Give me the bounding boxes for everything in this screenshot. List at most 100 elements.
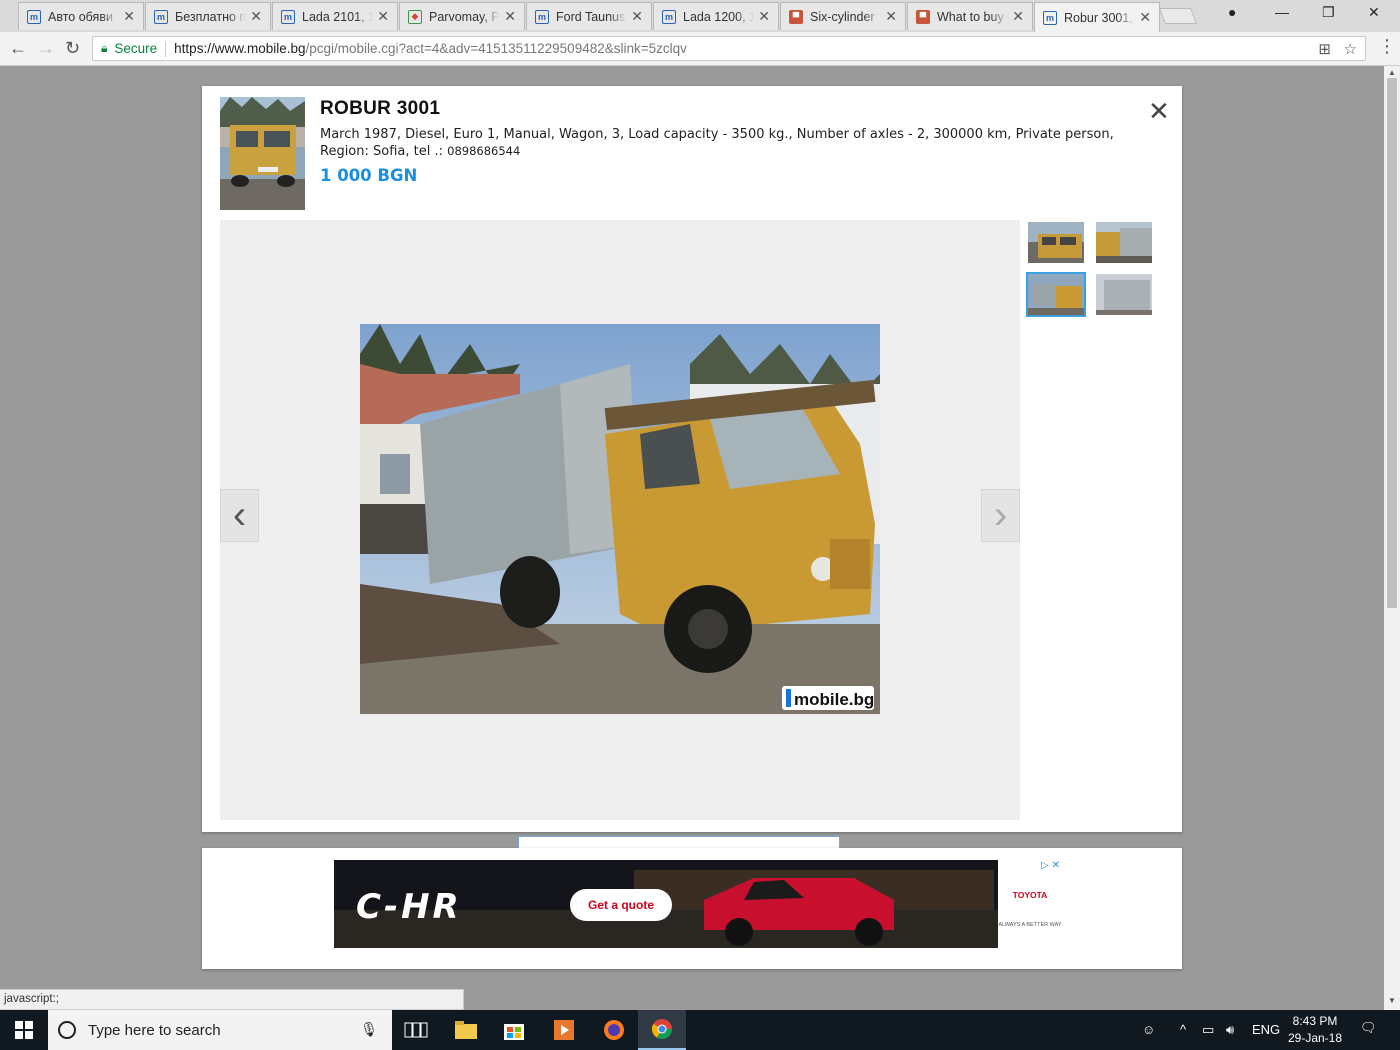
close-tab-icon[interactable]: ✕ (123, 8, 135, 25)
file-explorer-icon[interactable] (442, 1010, 490, 1050)
photo-thumbnail[interactable] (1094, 272, 1154, 317)
notifications-icon[interactable]: 🗨︎ (1360, 1020, 1377, 1036)
mobile-bg-icon: m (535, 9, 549, 24)
url-host: https://www.mobile.bg (174, 41, 306, 56)
maps-icon: ◆ (408, 9, 422, 24)
microphone-icon[interactable]: 🎙︎ (360, 1021, 378, 1038)
taskbar-search[interactable]: Type here to search 🎙︎ (48, 1010, 392, 1050)
scroll-up-icon[interactable]: ▲ (1388, 68, 1396, 77)
toyota-ad-banner[interactable]: C-HR Get a quote TOYOTA ALWAYS A BETTER … (334, 860, 1062, 948)
listing-modal: ROBUR 3001 March 1987, Diesel, Euro 1, M… (202, 86, 1182, 832)
store-icon[interactable] (490, 1010, 538, 1050)
tab-7[interactable]: ▀ Six-cylinder ✕ (780, 2, 906, 30)
close-modal-button[interactable]: ✕ (1148, 96, 1170, 127)
listing-description: March 1987, Diesel, Euro 1, Manual, Wago… (320, 126, 1150, 160)
advertisement-panel: C-HR Get a quote TOYOTA ALWAYS A BETTER … (202, 848, 1182, 969)
minimize-icon[interactable]: — (1275, 4, 1289, 20)
tab-title: Parvomay, P (429, 9, 500, 24)
start-button[interactable] (0, 1010, 48, 1050)
tab-title: Ford Taunus (556, 9, 626, 24)
close-tab-icon[interactable]: ✕ (631, 8, 643, 25)
clock-date: 29-Jan-18 (1287, 1031, 1343, 1045)
photo-thumbnail[interactable] (1094, 220, 1154, 265)
network-icon[interactable]: ▭ (1202, 1022, 1214, 1038)
close-tab-icon[interactable]: ✕ (504, 8, 516, 25)
chevron-right-icon: › (993, 493, 1008, 537)
bookmark-star-icon[interactable]: ☆ (1344, 40, 1357, 58)
listing-price: 1 000 BGN (320, 166, 418, 185)
mobile-bg-icon: m (662, 9, 676, 24)
close-tab-icon[interactable]: ✕ (250, 8, 262, 25)
windows-taskbar: Type here to search 🎙︎ ☺ ^ ▭ 🔊︎ ENG 8:43… (0, 1010, 1400, 1050)
language-indicator[interactable]: ENG (1252, 1022, 1280, 1037)
reload-icon[interactable]: ↻ (65, 38, 80, 59)
firefox-icon[interactable] (590, 1010, 638, 1050)
restore-icon[interactable]: ❐ (1322, 4, 1335, 21)
listing-details: March 1987, Diesel, Euro 1, Manual, Wago… (320, 127, 1114, 159)
header-thumbnail[interactable] (220, 97, 305, 210)
brand-slogan: ALWAYS A BETTER WAY (998, 922, 1062, 928)
forward-icon[interactable]: → (37, 38, 55, 59)
tab-8[interactable]: ▀ What to buy ✕ (907, 2, 1033, 30)
volume-icon[interactable]: 🔊︎ (1226, 1022, 1234, 1038)
menu-icon[interactable]: ⋮ (1378, 36, 1396, 57)
tab-3[interactable]: m Lada 2101, 1 ✕ (272, 2, 398, 30)
tab-title: Безплатно п (175, 9, 247, 24)
url-path: /pcgi/mobile.cgi?act=4&adv=4151351122950… (305, 41, 687, 56)
mobile-bg-icon: m (27, 9, 41, 24)
tab-5[interactable]: m Ford Taunus ✕ (526, 2, 652, 30)
brand-name: TOYOTA (1012, 890, 1048, 900)
close-tab-icon[interactable]: ✕ (758, 8, 770, 25)
windows-logo-icon (15, 1021, 33, 1039)
main-photo[interactable]: mobile.bg (360, 324, 880, 714)
chevron-left-icon: ‹ (232, 493, 247, 537)
get-quote-button[interactable]: Get a quote (570, 889, 672, 921)
system-clock[interactable]: 8:43 PM 29-Jan-18 (1280, 1013, 1350, 1047)
adchoices-icon[interactable]: ▷ ✕ (1039, 860, 1062, 871)
cortana-icon (58, 1021, 76, 1039)
close-tab-icon[interactable]: ✕ (377, 8, 389, 25)
car-model-logo: C-HR (356, 887, 462, 927)
next-photo-button[interactable]: › (981, 489, 1020, 542)
scrollbar[interactable]: ▲ ▼ (1384, 66, 1400, 1010)
tab-6[interactable]: m Lada 1200, 1 ✕ (653, 2, 779, 30)
task-view-icon[interactable] (392, 1010, 440, 1050)
photo-thumbnail[interactable] (1026, 220, 1086, 265)
close-tab-icon[interactable]: ✕ (1139, 9, 1151, 26)
toyota-logo-box: TOYOTA ALWAYS A BETTER WAY (998, 860, 1062, 948)
divider (165, 40, 167, 57)
people-icon[interactable]: ☺ (1142, 1022, 1155, 1037)
phone-number: 0898686544 (447, 144, 521, 158)
scroll-thumb[interactable] (1387, 78, 1397, 608)
translate-icon[interactable]: ⊞ (1318, 40, 1331, 58)
tab-active[interactable]: m Robur 3001, ✕ (1034, 2, 1160, 32)
profile-icon[interactable]: ● (1228, 4, 1236, 20)
address-bar[interactable]: 🔒︎ Secure https://www.mobile.bg/pcgi/mob… (92, 36, 1366, 61)
secure-label: Secure (114, 41, 158, 56)
chrome-icon[interactable] (638, 1010, 686, 1050)
clock-time: 8:43 PM (1292, 1014, 1338, 1028)
red-site-icon: ▀ (916, 9, 930, 24)
tab-4[interactable]: ◆ Parvomay, P ✕ (399, 2, 525, 30)
photo-gallery: ‹ mobile.bg › (220, 220, 1020, 820)
chevron-up-icon[interactable]: ^ (1180, 1022, 1186, 1037)
close-tab-icon[interactable]: ✕ (885, 8, 897, 25)
back-icon[interactable]: ← (9, 38, 27, 59)
search-placeholder: Type here to search (88, 1021, 221, 1039)
tab-2[interactable]: m Безплатно п ✕ (145, 2, 271, 30)
tab-title: Robur 3001, (1064, 10, 1133, 25)
media-player-icon[interactable] (540, 1010, 588, 1050)
previous-photo-button[interactable]: ‹ (220, 489, 259, 542)
new-tab-button[interactable] (1159, 8, 1197, 24)
mobile-bg-icon: m (154, 9, 168, 24)
close-window-icon[interactable]: ✕ (1368, 4, 1380, 21)
tab-title: Lada 1200, 1 (683, 9, 755, 24)
tab-1[interactable]: m Авто обяви ✕ (18, 2, 144, 30)
lock-icon: 🔒︎ (101, 41, 108, 55)
tab-title: Авто обяви (48, 9, 113, 24)
scroll-down-icon[interactable]: ▼ (1388, 996, 1396, 1005)
photo-thumbnail[interactable] (1026, 272, 1086, 317)
close-tab-icon[interactable]: ✕ (1012, 8, 1024, 25)
mobile-bg-icon: m (1043, 10, 1057, 25)
tab-title: Six-cylinder (810, 9, 875, 24)
